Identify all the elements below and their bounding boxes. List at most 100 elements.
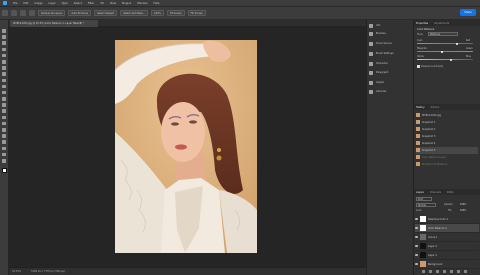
path-select-tool-icon[interactable] [2,134,6,138]
frame-tool-icon[interactable] [2,59,6,64]
tab-actions[interactable]: Actions [431,106,440,109]
layer-row[interactable]: Background [415,260,479,269]
crop-tool-icon[interactable] [2,53,6,58]
add-mask-icon[interactable] [436,270,439,273]
add-selection-icon[interactable] [29,10,35,16]
dock-item-character[interactable]: Character [369,60,413,67]
visibility-eye-icon[interactable] [415,263,418,265]
menu-view[interactable]: View [110,2,116,5]
tab-properties[interactable]: Properties [416,22,428,25]
history-item[interactable]: Snapshot 4 [416,140,478,147]
zoom-readout[interactable]: 33.33% [12,270,21,273]
more-tools-icon[interactable] [2,158,6,163]
magenta-green-knob[interactable] [441,50,444,53]
cyan-red-knob[interactable] [456,42,459,45]
history-item[interactable]: Snapshot 2 [416,126,478,133]
tone-select[interactable]: Midtones [428,32,458,36]
eraser-tool-icon[interactable] [2,97,6,101]
foreground-color-swatch[interactable] [1,168,7,174]
menu-select[interactable]: Select [74,2,82,5]
clone-stamp-tool-icon[interactable] [2,84,6,89]
auto-enhance-checkbox[interactable]: Auto-Enhance [68,10,92,16]
photoshop-logo-icon[interactable] [3,1,7,5]
history-brush-tool-icon[interactable] [2,90,6,95]
sample-all-layers-checkbox[interactable]: Sample All Layers [38,10,66,16]
menu-window[interactable]: Window [137,2,147,5]
dock-item-info[interactable]: Info [369,22,413,29]
layer-filter-kind[interactable]: Kind [416,197,432,201]
visibility-eye-icon[interactable] [415,218,418,220]
menu-file[interactable]: File [13,2,17,5]
menu-layer[interactable]: Layer [49,2,56,5]
layer-row[interactable]: Selective Color 1 [415,215,479,224]
opacity-input[interactable]: 100% [460,203,466,206]
fill-input[interactable]: 100% [460,209,466,212]
dock-item-clone-source[interactable]: Clone Source [369,40,413,47]
link-layers-icon[interactable] [422,270,425,273]
portrait-photo[interactable] [115,40,257,253]
history-item[interactable]: Snapshot 5 [416,147,478,154]
tab-adjustments[interactable]: Adjustments [434,22,449,25]
quick-select-tool-icon[interactable] [2,47,6,52]
dock-item-brushes[interactable]: Brushes [369,30,413,37]
magenta-green-slider[interactable] [417,50,473,53]
history-item[interactable]: Snapshot 3 [416,133,478,140]
menu-3d[interactable]: 3D [100,2,104,5]
zoom-100-button[interactable]: 100% [151,10,164,16]
menu-filter[interactable]: Filter [88,2,94,5]
fill-screen-button[interactable]: Fill Screen [187,10,206,16]
new-layer-icon[interactable] [457,270,460,273]
fit-screen-button[interactable]: Fit Screen [166,10,185,16]
blend-mode-select[interactable]: Normal [416,203,436,207]
tab-history[interactable]: History [416,106,425,109]
dock-item-paragraph[interactable]: Paragraph [369,69,413,76]
yellow-blue-knob[interactable] [449,58,452,61]
dock-item-glyphs[interactable]: Glyphs [369,79,413,86]
cyan-red-slider[interactable] [417,42,473,45]
home-icon[interactable] [2,10,8,16]
preserve-luminosity-checkbox[interactable] [417,65,420,68]
history-item[interactable]: PIXELS-DOC.jpg [416,112,478,119]
menu-plugins[interactable]: Plugins [122,2,131,5]
history-item[interactable]: Color Balance Layer [416,154,478,161]
adjustment-layer-icon[interactable] [443,270,446,273]
tool-preset-icon[interactable] [11,10,17,16]
tab-paths[interactable]: Paths [447,191,454,194]
dodge-tool-icon[interactable] [2,115,6,120]
blur-tool-icon[interactable] [2,109,6,114]
brush-tool-icon[interactable] [2,78,6,83]
visibility-eye-icon[interactable] [415,236,418,238]
menu-type[interactable]: Type [62,2,68,5]
visibility-eye-icon[interactable] [415,245,418,247]
eyedropper-tool-icon[interactable] [2,66,6,70]
marquee-tool-icon[interactable] [2,35,6,39]
menu-image[interactable]: Image [34,2,42,5]
layer-style-icon[interactable] [429,270,432,273]
tab-channels[interactable]: Channels [430,191,441,194]
layer-row[interactable]: Layer 2 [415,242,479,251]
visibility-eye-icon[interactable] [415,254,418,256]
history-item[interactable]: Snapshot 1 [416,119,478,126]
shape-tool-icon[interactable] [2,140,6,144]
select-subject-button[interactable]: Select Subject [94,10,118,16]
new-group-icon[interactable] [450,270,453,273]
document-tab[interactable]: PIXELS-DOC.jpg @ 33.3% (Color Balance 1,… [10,20,98,27]
delete-layer-icon[interactable] [464,270,467,273]
history-item[interactable]: Modify Color Balance [416,161,478,168]
dock-item-brush-settings[interactable]: Brush Settings [369,50,413,57]
select-and-mask-button[interactable]: Select and Mask... [120,10,149,16]
hand-tool-icon[interactable] [2,146,6,151]
zoom-tool-icon[interactable] [2,152,6,157]
lasso-tool-icon[interactable] [2,41,6,45]
layer-row[interactable]: Group 1 [415,233,479,242]
layer-row[interactable]: Color Balance 1 [415,224,479,233]
visibility-eye-icon[interactable] [415,227,418,229]
pen-tool-icon[interactable] [2,121,6,126]
move-tool-icon[interactable] [2,29,6,33]
share-button[interactable]: Share [460,9,476,16]
gradient-tool-icon[interactable] [2,103,6,107]
dock-item-libraries[interactable]: Libraries [369,88,413,95]
type-tool-icon[interactable] [2,128,6,132]
document-info[interactable]: 5184 px x 7776 px (300 ppi) [31,270,65,273]
menu-edit[interactable]: Edit [23,2,28,5]
